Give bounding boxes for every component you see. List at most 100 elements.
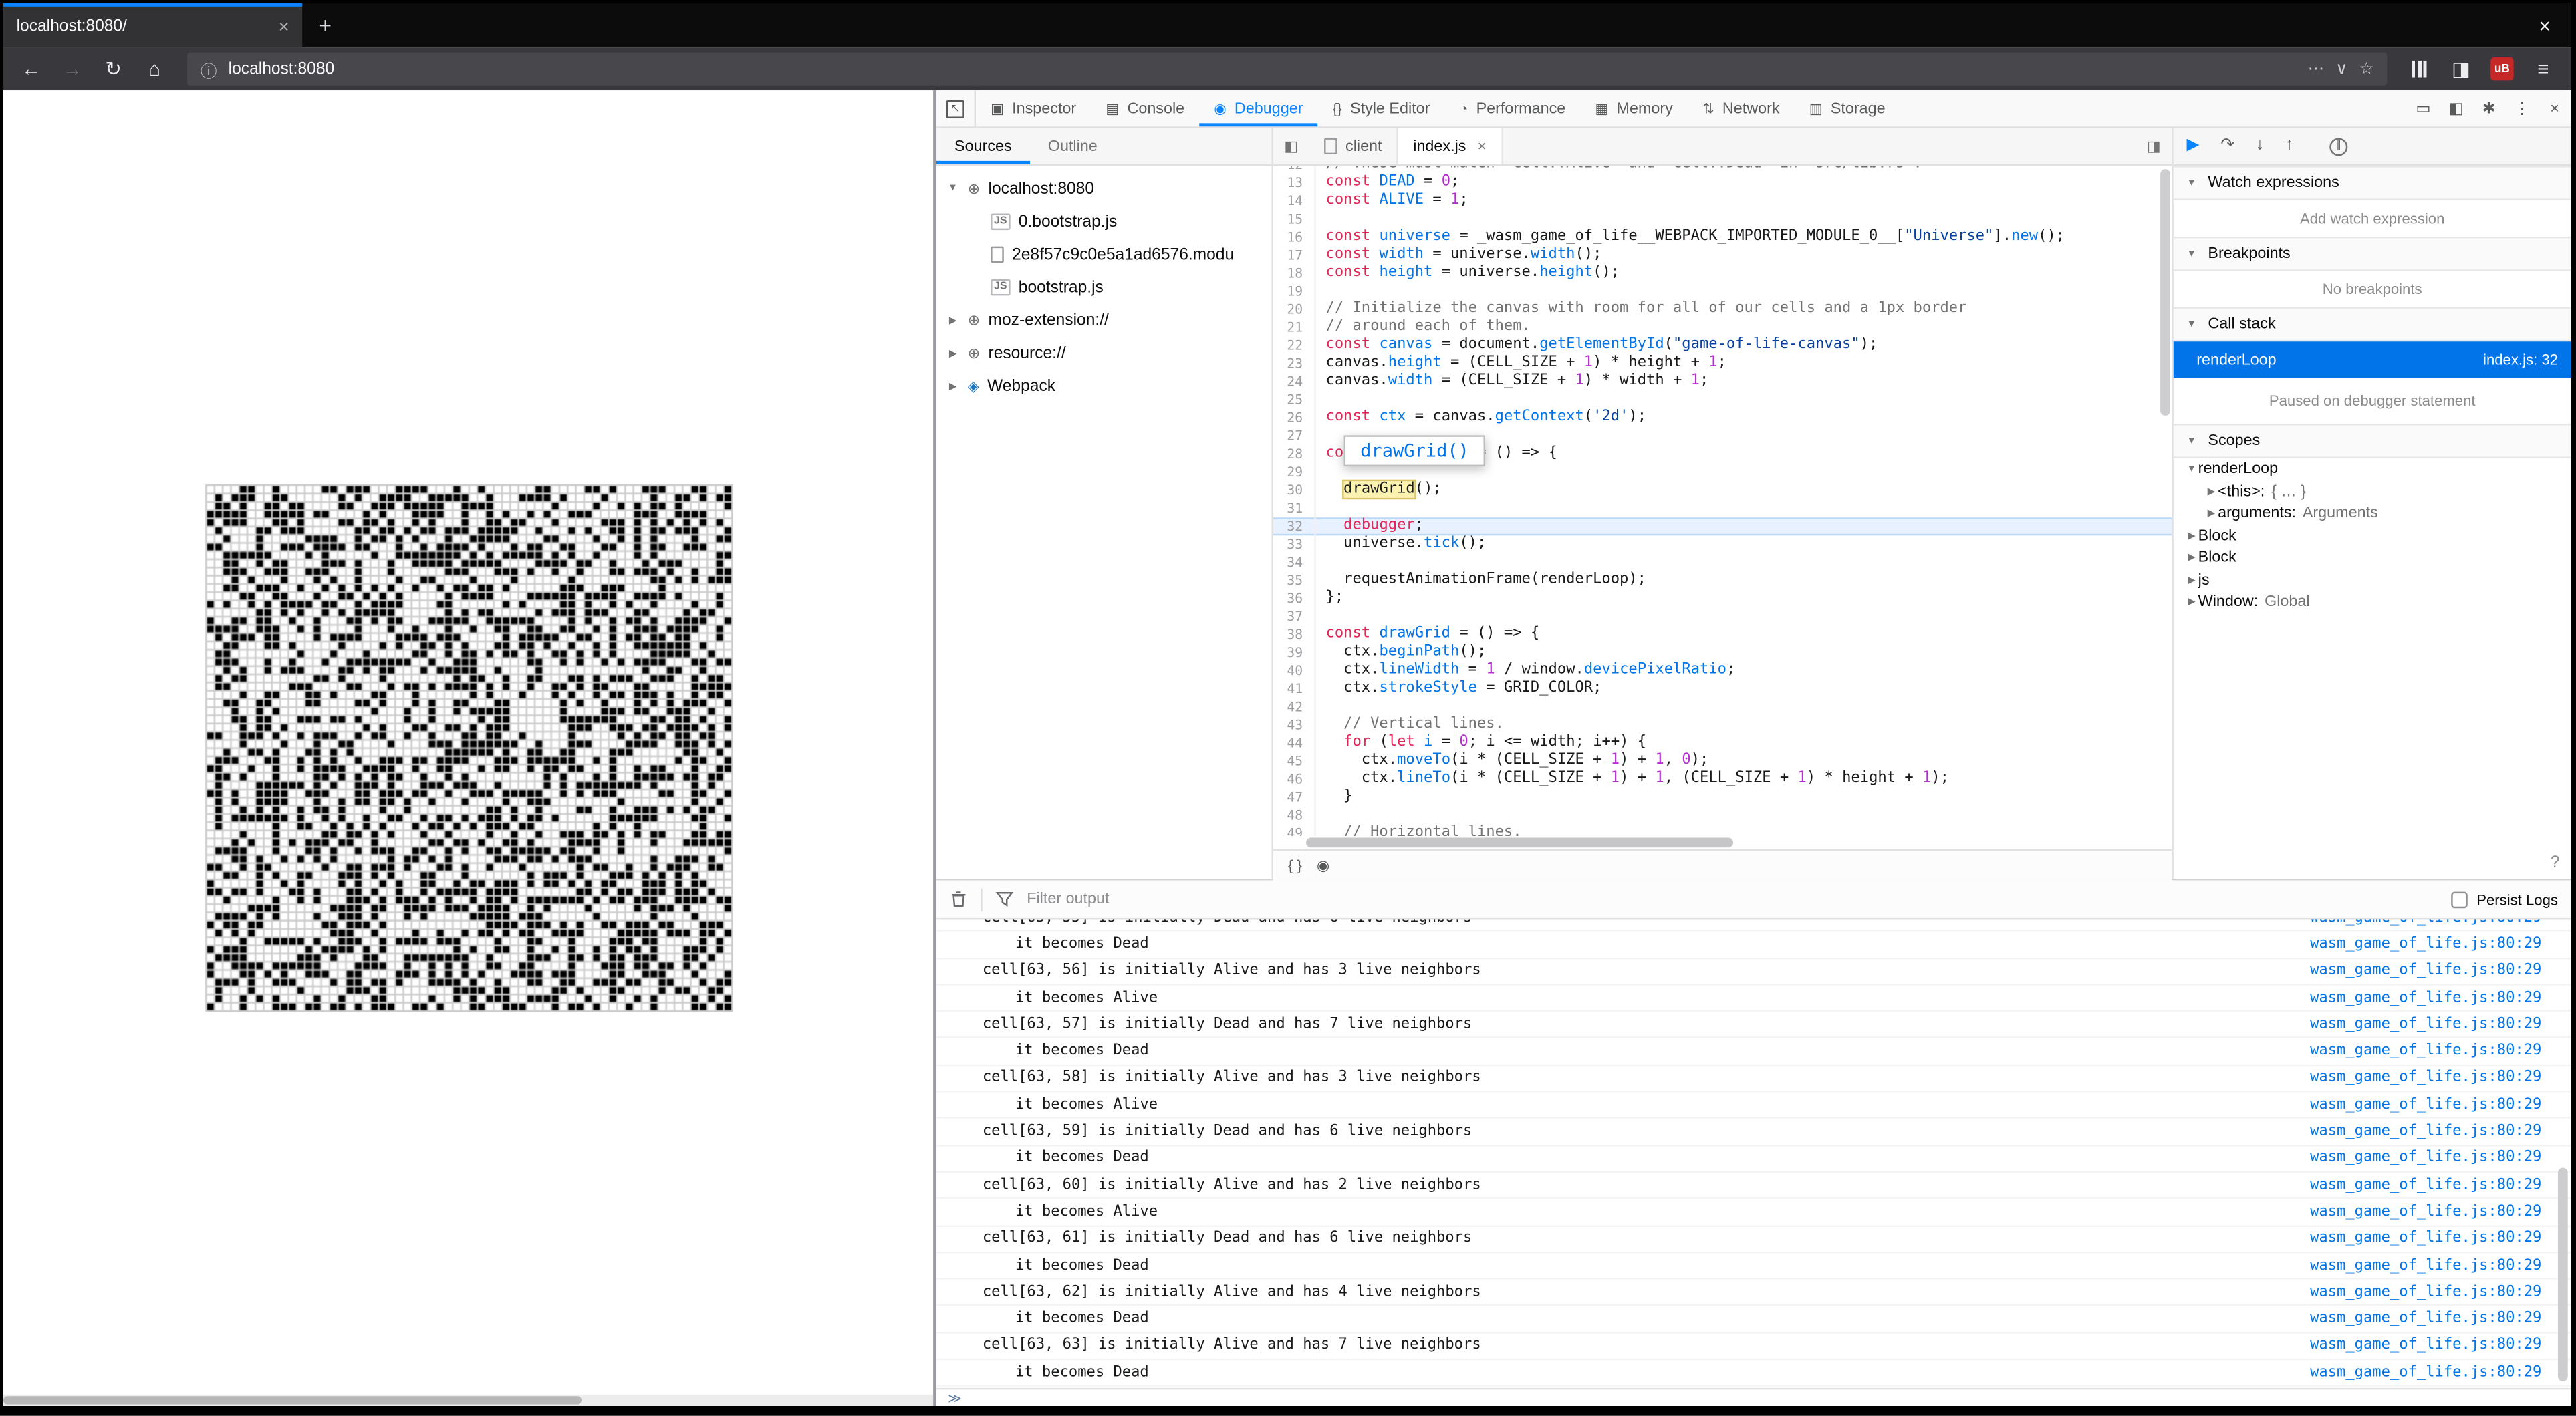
home-button[interactable]: ⌂	[136, 53, 172, 86]
code-line[interactable]: 25	[1273, 390, 2172, 410]
console-message[interactable]: cell[63, 58] is initially Alive and has …	[936, 1066, 2571, 1093]
console-message[interactable]: cell[63, 62] is initially Alive and has …	[936, 1280, 2571, 1307]
line-number[interactable]: 41	[1273, 680, 1316, 698]
code-line[interactable]: 41 ctx.strokeStyle = GRID_COLOR;	[1273, 680, 2172, 698]
console-source-link[interactable]: wasm_game_of_life.js:80:29	[2310, 1230, 2571, 1247]
console-filter-input[interactable]	[1027, 890, 2439, 909]
console-source-link[interactable]: wasm_game_of_life.js:80:29	[2310, 919, 2571, 926]
page-horizontal-scrollbar[interactable]	[3, 1394, 934, 1406]
code-line[interactable]: 43 // Vertical lines.	[1273, 716, 2172, 734]
line-number[interactable]: 14	[1273, 192, 1316, 210]
library-button[interactable]	[2402, 53, 2438, 86]
code-line[interactable]: 14 const ALIVE = 1;	[1273, 192, 2172, 210]
source-tab-client[interactable]: client	[1309, 128, 1399, 164]
site-info-icon[interactable]: ⓘ	[201, 57, 217, 82]
page-actions-icon[interactable]: ⋯	[2308, 60, 2325, 78]
console-source-link[interactable]: wasm_game_of_life.js:80:29	[2310, 1016, 2571, 1033]
console-source-link[interactable]: wasm_game_of_life.js:80:29	[2310, 1123, 2571, 1140]
scrollbar-thumb[interactable]	[1306, 837, 1734, 848]
responsive-design-icon[interactable]: ▭	[2407, 90, 2440, 126]
breakpoints-header[interactable]: ▼ Breakpoints	[2173, 236, 2571, 271]
persist-logs-checkbox[interactable]	[2452, 891, 2468, 907]
console-source-link[interactable]: wasm_game_of_life.js:80:29	[2310, 1070, 2571, 1087]
code-line[interactable]: 24 canvas.width = (CELL_SIZE + 1) * width…	[1273, 372, 2172, 391]
console-source-link[interactable]: wasm_game_of_life.js:80:29	[2310, 936, 2571, 953]
ublock-extension-icon[interactable]: uB	[2490, 57, 2514, 81]
browser-tab[interactable]: localhost:8080/ ×	[3, 3, 303, 48]
pick-element-button[interactable]: ↖	[936, 90, 976, 127]
scope-item[interactable]: ▶ Window: Global	[2174, 591, 2571, 613]
sidebar-toggle-button[interactable]: ◨	[2443, 53, 2479, 86]
devtools-close-button[interactable]: ×	[2538, 90, 2571, 126]
scope-item[interactable]: ▶ js	[2174, 569, 2571, 591]
collapse-sources-icon[interactable]: ◧	[1273, 128, 1309, 164]
console-source-link[interactable]: wasm_game_of_life.js:80:29	[2310, 963, 2571, 980]
pocket-icon[interactable]: ∨	[2335, 60, 2347, 78]
scope-item[interactable]: ▶ Block	[2174, 547, 2571, 569]
clear-console-icon[interactable]	[950, 890, 968, 908]
console-message[interactable]: cell[63, 55] is initially Dead and has 6…	[936, 919, 2571, 932]
forward-button[interactable]: →	[54, 53, 90, 86]
code-line[interactable]: 36};	[1273, 589, 2172, 608]
line-number[interactable]: 45	[1273, 752, 1316, 770]
line-number[interactable]: 34	[1273, 553, 1316, 572]
code-line[interactable]: 15	[1273, 210, 2172, 229]
bookmark-star-icon[interactable]: ☆	[2359, 60, 2374, 78]
line-number[interactable]: 23	[1273, 354, 1316, 373]
console-source-link[interactable]: wasm_game_of_life.js:80:29	[2310, 1365, 2571, 1381]
scope-item[interactable]: ▶ Block	[2174, 525, 2571, 547]
console-source-link[interactable]: wasm_game_of_life.js:80:29	[2310, 1043, 2571, 1060]
watch-expressions-header[interactable]: ▼ Watch expressions	[2173, 166, 2571, 200]
line-number[interactable]: 37	[1273, 607, 1316, 626]
tab-sources[interactable]: Sources	[936, 128, 1030, 164]
source-tree-item[interactable]: ▶ ⊕ resource://	[936, 337, 1271, 370]
code-line[interactable]: 30 drawGrid();	[1273, 479, 2172, 500]
line-number[interactable]: 20	[1273, 300, 1316, 319]
source-tab-index-js[interactable]: index.js ×	[1398, 128, 1503, 164]
code-line[interactable]: 48	[1273, 806, 2172, 825]
console-message[interactable]: it becomes Alive wasm_game_of_life.js:80:…	[936, 1093, 2571, 1119]
scope-item[interactable]: ▶ arguments: Arguments	[2174, 503, 2571, 525]
devtools-tab-storage[interactable]: ▥ Storage	[1795, 90, 1900, 126]
line-number[interactable]: 44	[1273, 734, 1316, 752]
line-number[interactable]: 46	[1273, 770, 1316, 789]
persist-logs[interactable]: Persist Logs	[2452, 891, 2558, 907]
console-message[interactable]: cell[63, 60] is initially Alive and has …	[936, 1173, 2571, 1199]
console-source-link[interactable]: wasm_game_of_life.js:80:29	[2310, 1177, 2571, 1193]
console-message[interactable]: it becomes Dead wasm_game_of_life.js:80:2…	[936, 932, 2571, 959]
editor-vertical-scrollbar[interactable]	[2160, 169, 2170, 416]
pause-on-exceptions-button[interactable]: ∥	[2329, 137, 2348, 156]
code-line[interactable]: 38 const drawGrid = () => {	[1273, 625, 2172, 644]
scopes-header[interactable]: ▼ Scopes	[2173, 424, 2571, 458]
game-canvas[interactable]	[205, 484, 732, 1012]
line-number[interactable]: 36	[1273, 589, 1316, 608]
line-number[interactable]: 15	[1273, 210, 1316, 229]
console-message[interactable]: it becomes Dead wasm_game_of_life.js:80:2…	[936, 1146, 2571, 1173]
menu-dots-icon[interactable]: ⋮	[2505, 90, 2538, 126]
code-line[interactable]: 12// These must match `Cell::Alive` and …	[1273, 166, 2172, 174]
line-number[interactable]: 31	[1273, 499, 1316, 518]
console-message[interactable]: it becomes Alive wasm_game_of_life.js:80:…	[936, 985, 2571, 1012]
line-number[interactable]: 47	[1273, 788, 1316, 807]
step-out-button[interactable]: ↑	[2285, 137, 2293, 154]
preview-eye-icon[interactable]: ◉	[1317, 857, 1329, 875]
console-source-link[interactable]: wasm_game_of_life.js:80:29	[2310, 1203, 2571, 1220]
code-line[interactable]: 13 const DEAD = 0;	[1273, 174, 2172, 192]
console-message[interactable]: it becomes Dead wasm_game_of_life.js:80:2…	[936, 1306, 2571, 1334]
expand-panes-icon[interactable]: ◨	[2136, 128, 2172, 164]
source-tree-item[interactable]: 2e8f57c9c0e5a1ad6576.modu	[936, 238, 1271, 271]
line-number[interactable]: 26	[1273, 409, 1316, 428]
code-line[interactable]: 34	[1273, 553, 2172, 572]
code-line[interactable]: 19	[1273, 282, 2172, 301]
source-tree-item[interactable]: JS 0.bootstrap.js	[936, 205, 1271, 238]
console-message[interactable]: it becomes Alive wasm_game_of_life.js:80:…	[936, 1199, 2571, 1226]
code-line[interactable]: 16 const universe = _wasm_game_of_life__W…	[1273, 228, 2172, 247]
line-number[interactable]: 48	[1273, 806, 1316, 825]
console-source-link[interactable]: wasm_game_of_life.js:80:29	[2310, 1150, 2571, 1167]
code-line[interactable]: 23 canvas.height = (CELL_SIZE + 1) * heig…	[1273, 354, 2172, 373]
devtools-tab-debugger[interactable]: ◉ Debugger	[1199, 90, 1319, 127]
source-tree-item[interactable]: ▼ ⊕ localhost:8080	[936, 172, 1271, 205]
editor-horizontal-scrollbar[interactable]	[1273, 836, 2172, 849]
line-number[interactable]: 27	[1273, 427, 1316, 446]
devtools-tab-inspector[interactable]: ▣ Inspector	[976, 90, 1091, 126]
